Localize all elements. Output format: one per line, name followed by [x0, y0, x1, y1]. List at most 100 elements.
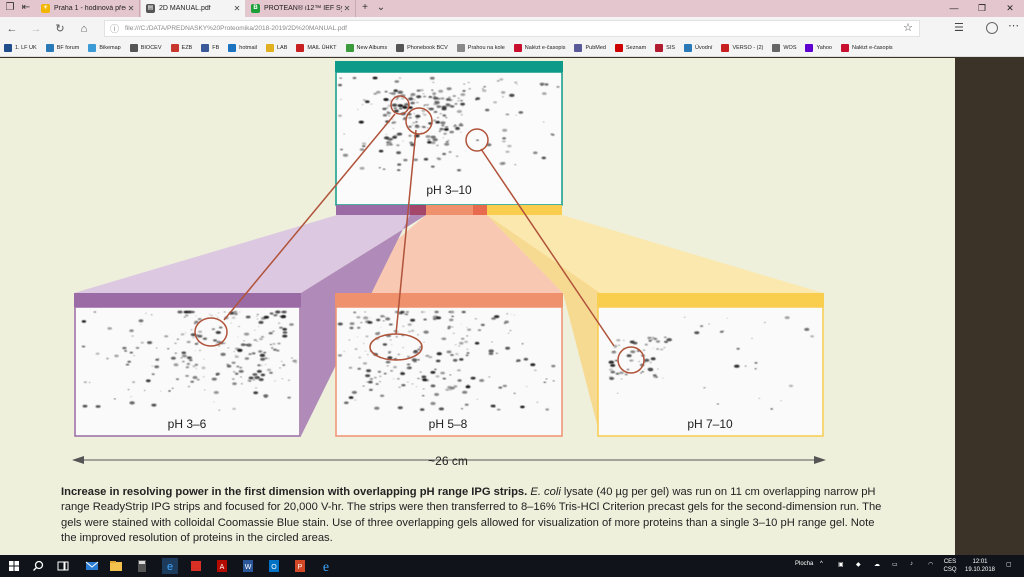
bookmark-item[interactable]: Úvodní [684, 44, 712, 52]
protein-spot [186, 356, 192, 360]
wifi-icon[interactable]: ◠ [928, 561, 933, 568]
bookmark-item[interactable]: Seznam [614, 44, 646, 52]
back-icon[interactable]: ← [4, 21, 20, 37]
close-icon[interactable]: ✕ [126, 4, 136, 13]
home-icon[interactable]: ⌂ [76, 21, 92, 37]
new-tab-icon[interactable]: + [358, 1, 372, 15]
protein-spot [140, 341, 144, 344]
bookmark-item[interactable]: EZB [170, 44, 192, 52]
protein-spot [180, 333, 185, 336]
outlook-icon[interactable]: O [266, 558, 282, 574]
protein-spot [372, 76, 378, 80]
tab-protean[interactable]: B PROTEAN® i12™ IEF System ✕ [246, 0, 356, 17]
info-icon[interactable]: ⓘ [110, 22, 119, 35]
protein-spot [215, 314, 217, 316]
protein-spot [413, 112, 416, 114]
language-indicator[interactable]: CES CSQ [942, 558, 958, 574]
protein-spot [239, 366, 243, 369]
bookmark-item[interactable]: New Albums [345, 44, 387, 52]
shield-icon[interactable]: ◆ [856, 561, 861, 568]
protein-spot [387, 137, 393, 141]
bookmark-label: VERSO - (2) [732, 45, 764, 51]
bookmark-item[interactable]: BF forum [45, 44, 79, 52]
minimize-icon[interactable]: — [940, 0, 968, 17]
forward-icon[interactable]: → [28, 21, 44, 37]
protein-spot [542, 92, 547, 95]
protein-spot [624, 373, 628, 376]
tab-back-icon[interactable]: ⇤ [19, 1, 33, 15]
windows-start-icon[interactable] [6, 558, 22, 574]
avatar-icon[interactable] [986, 22, 998, 34]
protein-spot [369, 378, 374, 380]
app-red-icon[interactable] [188, 558, 204, 574]
favorite-star-icon[interactable]: ☆ [903, 21, 913, 34]
hub-icon[interactable]: ☰ [954, 21, 964, 34]
bookmark-item[interactable]: Nalézt e-časopis [513, 44, 565, 52]
desktop-label[interactable]: Plocha [795, 561, 813, 567]
bookmark-item[interactable]: BIOCEV [129, 44, 162, 52]
protein-spot [641, 370, 645, 373]
bookmark-item[interactable]: Yahoo [805, 44, 832, 52]
protein-spot [502, 96, 504, 98]
powerpoint-icon[interactable]: P [292, 558, 308, 574]
battery-icon[interactable]: ▭ [892, 561, 898, 568]
bookmark-item[interactable]: MAIL ÚHKT [296, 44, 337, 52]
bookmark-item[interactable]: FB [201, 44, 219, 52]
protein-spot [344, 401, 349, 405]
bookmark-item[interactable]: LAB [266, 44, 287, 52]
ie-icon[interactable]: e [318, 558, 334, 574]
protein-spot [375, 383, 379, 385]
restore-icon[interactable]: ❐ [968, 0, 996, 17]
word-icon[interactable]: W [240, 558, 256, 574]
address-bar[interactable]: ⓘ file:///C:/DATA/PREDNASKY%20Proteomika… [104, 20, 920, 37]
protein-spot [435, 359, 441, 363]
cloud-icon[interactable]: ☁ [874, 561, 880, 568]
volume-icon[interactable]: ♪ [910, 561, 913, 567]
protein-spot [467, 384, 470, 386]
clock[interactable]: 12:01 19.10.2018 [962, 558, 998, 574]
task-view-icon[interactable] [55, 558, 71, 574]
bookmark-item[interactable]: Nalézt e-časopis [840, 44, 893, 52]
bookmark-item[interactable]: hotmail [228, 44, 257, 52]
protein-spot [236, 365, 240, 368]
tab-2d-manual[interactable]: ▤ 2D MANUAL.pdf ✕ [141, 0, 245, 17]
refresh-icon[interactable]: ↻ [52, 21, 68, 37]
tray-chevron-icon[interactable]: ^ [820, 561, 823, 567]
acrobat-icon[interactable]: A [214, 558, 230, 574]
pdf-viewer[interactable]: pH 3–10 pH 3–6 pH 5–8 pH 7–10 ~26 cm Inc… [0, 58, 955, 555]
search-icon[interactable] [30, 558, 46, 574]
protein-spot [277, 342, 281, 345]
protein-spot [275, 310, 279, 314]
more-icon[interactable]: ⋯ [1008, 19, 1019, 32]
bookmark-item[interactable]: Bikemap [88, 44, 121, 52]
close-icon[interactable]: ✕ [232, 4, 242, 13]
protein-spot [420, 131, 422, 133]
calculator-icon[interactable] [134, 558, 150, 574]
mail-icon[interactable] [84, 558, 100, 574]
protein-spot [657, 368, 659, 370]
protein-spot [722, 330, 725, 332]
tab-weather[interactable]: ☀ Praha 1 - hodinová předpov ✕ [36, 0, 140, 17]
bookmark-item[interactable]: Phonebook BCV [396, 44, 448, 52]
notifications-icon[interactable]: ▢ [1006, 561, 1012, 568]
close-window-icon[interactable]: ✕ [996, 0, 1024, 17]
edge-icon[interactable]: e [162, 558, 178, 574]
protein-spot [642, 349, 646, 351]
protein-spot [269, 312, 274, 315]
bookmark-item[interactable]: SIS [655, 44, 675, 52]
protein-spot [342, 153, 349, 157]
protein-spot [227, 347, 230, 349]
tab-list-icon[interactable]: ❐ [3, 1, 17, 15]
bookmark-item[interactable]: 1. LF UK [4, 44, 37, 52]
bookmark-item[interactable]: Prahou na kole [456, 44, 505, 52]
bookmark-item[interactable]: PubMed [574, 44, 606, 52]
chevron-down-icon[interactable]: ⌄ [374, 1, 388, 15]
protein-spot [429, 76, 435, 80]
bookmark-favicon-icon [201, 44, 210, 52]
close-icon[interactable]: ✕ [342, 4, 352, 13]
bookmark-item[interactable]: WOS [772, 44, 796, 52]
protein-spot [758, 397, 761, 399]
explorer-icon[interactable] [108, 558, 124, 574]
network-icon[interactable]: ▣ [838, 561, 844, 568]
bookmark-item[interactable]: VERSO - (2) [721, 44, 763, 52]
